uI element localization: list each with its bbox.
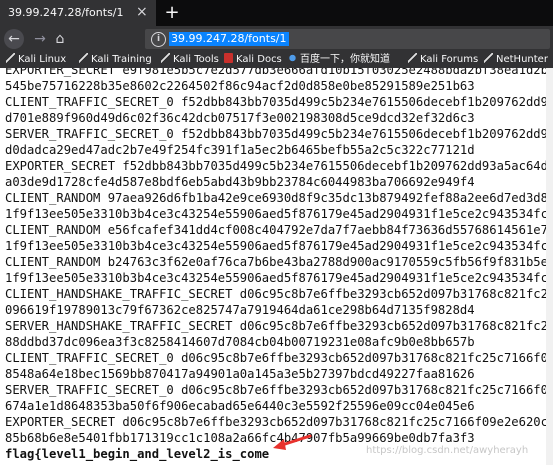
text-line: CLIENT_TRAFFIC_SECRET_0 d06c95c8b7e6ffbe…	[5, 351, 553, 365]
kali-docs-icon	[224, 53, 233, 63]
kali-dragon-icon	[161, 53, 170, 63]
bookmark-nethunter[interactable]: NetHunter	[484, 52, 548, 68]
text-line: EXPORTER_SECRET d06c95c8b7e6ffbe3293cb65…	[5, 415, 553, 429]
text-line: 545be75716228b35e8602c2264502f86c94acf2d…	[5, 79, 475, 93]
info-icon[interactable]: i	[151, 32, 166, 47]
bookmark-label: Kali Docs	[236, 54, 282, 65]
bookmark-baidu[interactable]: 百度一下，你就知道	[288, 52, 390, 68]
text-line: a03de9d1728cfe4d587e8bdf6eb5abd43b9bb237…	[5, 175, 475, 189]
close-icon[interactable]: ×	[136, 4, 148, 20]
kali-dragon-icon	[408, 53, 417, 63]
text-line: d0dadca29ed47adc2b7e49f254fc391f1a5ec2b6…	[5, 143, 475, 157]
text-line: EXPORTER_SECRET f52dbb843bb7035d499c5b23…	[5, 159, 553, 173]
text-line: SERVER_TRAFFIC_SECRET_0 d06c95c8b7e6ffbe…	[5, 383, 553, 397]
new-tab-button[interactable]: +	[163, 2, 181, 23]
bookmark-label: Kali Forums	[420, 54, 479, 65]
url-bar[interactable]: i 39.99.247.28/fonts/1	[145, 29, 550, 49]
text-line: d701e889f960d49d6c02f36c42dcb07517f3e002…	[5, 111, 475, 125]
text-line: 1f9f13ee505e3310b3b4ce3c43254e55906aed5f…	[5, 271, 553, 285]
scrollbar[interactable]	[546, 68, 553, 465]
kali-dragon-icon	[484, 53, 493, 63]
bookmarks-bar: Kali Linux Kali Training Kali Tools Kali…	[0, 52, 553, 68]
bookmark-kali-docs[interactable]: Kali Docs	[224, 52, 282, 68]
text-line: 1f9f13ee505e3310b3b4ce3c43254e55906aed5f…	[5, 239, 553, 253]
text-line: CLIENT_HANDSHAKE_TRAFFIC_SECRET d06c95c8…	[5, 287, 553, 301]
bookmark-label: 百度一下，你就知道	[300, 54, 390, 65]
text-line: CLIENT_TRAFFIC_SECRET_0 f52dbb843bb7035d…	[5, 95, 553, 109]
forward-arrow-icon[interactable]: →	[30, 29, 50, 49]
bookmark-label: Kali Training	[91, 54, 152, 65]
red-arrow-icon	[273, 434, 312, 450]
tab-title: 39.99.247.28/fonts/1	[8, 6, 124, 19]
back-arrow-icon[interactable]: ←	[4, 29, 24, 49]
bookmark-label: Kali Linux	[18, 54, 67, 65]
text-line: 88ddbd37dc096ea3f3c8258414607d7084cb04b0…	[5, 335, 475, 349]
bookmark-kali-forums[interactable]: Kali Forums	[408, 52, 478, 68]
kali-dragon-icon	[6, 53, 15, 63]
navigation-toolbar: ← → ⌂ i 39.99.247.28/fonts/1	[0, 26, 553, 52]
kali-dragon-icon	[79, 53, 88, 63]
url-text[interactable]: 39.99.247.28/fonts/1	[169, 32, 289, 46]
text-line: CLIENT_RANDOM b24763c3f62e0af76ca7b6be43…	[5, 255, 553, 269]
text-line: CLIENT_RANDOM e56fcafef341dd4cf008c40479…	[5, 223, 553, 237]
text-line: 85b68b6e8e5401fbb171319cc1c108a2a66fc4b4…	[5, 431, 475, 445]
page-content: EXPORTER_SECRET e9f981e5b5c7e2d577db3e66…	[0, 68, 553, 465]
tab-active[interactable]: 39.99.247.28/fonts/1 ×	[0, 0, 156, 26]
text-line: 8548a64e18bec1569bb870417a94901a0a145a3e…	[5, 367, 475, 381]
baidu-paw-icon	[288, 53, 297, 63]
bookmark-kali-training[interactable]: Kali Training	[79, 52, 152, 68]
text-line: 1f9f13ee505e3310b3b4ce3c43254e55906aed5f…	[5, 207, 553, 221]
text-line: 096619f19789013c79f67362ce825747a7919464…	[5, 303, 475, 317]
text-line: 674a1e1d8648353ba50f6f906ecabad65e6440c3…	[5, 399, 475, 413]
bookmark-kali-tools[interactable]: Kali Tools	[161, 52, 219, 68]
text-line: SERVER_HANDSHAKE_TRAFFIC_SECRET d06c95c8…	[5, 319, 553, 333]
bookmark-label: Kali Tools	[173, 54, 219, 65]
bookmark-kali-linux[interactable]: Kali Linux	[6, 52, 66, 68]
flag-line: flag{level1_begin_and_level2_is_come	[5, 447, 270, 461]
watermark: https://blog.csdn.net/awyherayh	[366, 445, 529, 456]
text-line: EXPORTER_SECRET e9f981e5b5c7e2d577db3e66…	[5, 68, 553, 77]
home-icon[interactable]: ⌂	[50, 29, 70, 49]
text-line: SERVER_TRAFFIC_SECRET_0 f52dbb843bb7035d…	[5, 127, 553, 141]
bookmark-label: NetHunter	[496, 54, 548, 65]
text-line: CLIENT_RANDOM 97aea926d6fb1ba42e9ce6930d…	[5, 191, 553, 205]
tab-strip: 39.99.247.28/fonts/1 × +	[0, 0, 553, 26]
